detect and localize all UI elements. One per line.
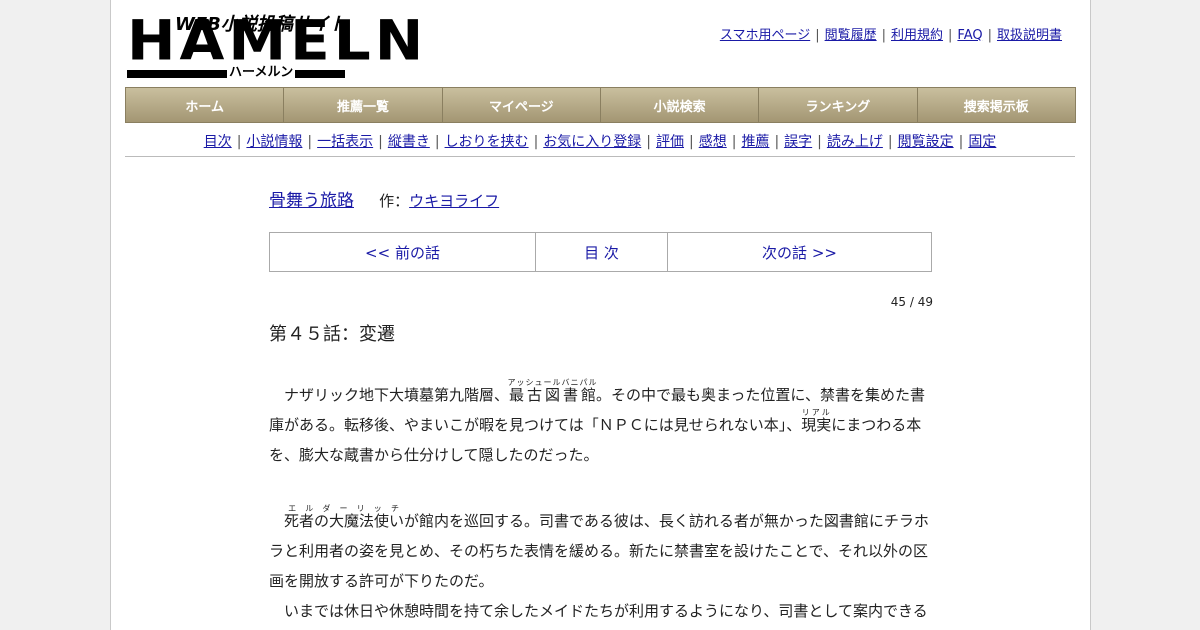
separator: |: [689, 134, 694, 150]
separator: |: [881, 28, 886, 43]
pager-toc-cell: 目 次: [536, 233, 668, 271]
nav-ranking[interactable]: ランキング: [759, 88, 918, 122]
subnav-rating[interactable]: 評価: [656, 134, 684, 150]
separator: |: [236, 134, 242, 150]
sub-nav: 目次 | 小説情報 | 一括表示 | 縦書き | しおりを挟む | お気に入り登録 | 評価 | 感想 | 推薦…: [125, 131, 1075, 151]
ruby-text: エルダーリッチ: [284, 504, 405, 513]
paragraph: ナザリック地下大墳墓第九階層、最古図書館アッシュールバニパル。その中で最も奥まっ…: [269, 378, 939, 470]
subnav-pin[interactable]: 固定: [968, 134, 996, 150]
link-manual[interactable]: 取扱説明書: [997, 28, 1062, 43]
separator: |: [817, 134, 822, 150]
subnav-typo[interactable]: 誤字: [784, 134, 812, 150]
ruby-annotation: 現実リアル: [801, 408, 832, 434]
separator: |: [774, 134, 780, 150]
nav-recommendations[interactable]: 推薦一覧: [284, 88, 443, 122]
separator: |: [887, 134, 893, 150]
subnav-recommend[interactable]: 推薦: [741, 134, 769, 150]
ruby-base: 死者の大魔法使い: [284, 512, 405, 530]
ruby-base: 最古図書館: [507, 386, 598, 404]
pager-next-cell: 次の話 >>: [668, 233, 931, 271]
separator: |: [533, 134, 539, 150]
separator: |: [987, 28, 992, 43]
episode-counter: 45 / 49: [890, 295, 933, 309]
hameln-logo[interactable]: WEB小説投稿サイト HAMELN ハーメルン: [127, 10, 423, 80]
subnav-bookmark[interactable]: しおりを挟む: [445, 134, 529, 150]
novel-title[interactable]: 骨舞う旅路: [269, 191, 354, 211]
separator: |: [307, 134, 313, 150]
ruby-annotation: 死者の大魔法使いエルダーリッチ: [284, 504, 405, 530]
episode-pager: << 前の話 目 次 次の話 >>: [269, 232, 932, 272]
subnav-toc[interactable]: 目次: [204, 134, 232, 150]
nav-search-board[interactable]: 捜索掲示板: [918, 88, 1075, 122]
subnav-view-settings[interactable]: 閲覧設定: [898, 134, 954, 150]
subnav-favorite[interactable]: お気に入り登録: [543, 134, 641, 150]
nav-home[interactable]: ホーム: [126, 88, 285, 122]
ruby-text: リアル: [801, 408, 832, 417]
paragraph: 死者の大魔法使いエルダーリッチが館内を巡回する。司書である彼は、長く訪れる者が無…: [269, 504, 939, 596]
nav-mypage[interactable]: マイページ: [443, 88, 601, 122]
separator: |: [434, 134, 440, 150]
nav-novel-search[interactable]: 小説検索: [601, 88, 760, 122]
author-link[interactable]: ウキヨライフ: [409, 192, 499, 210]
text-run: ナザリック地下大墳墓第九階層、: [269, 386, 510, 404]
ruby-base: 現実: [801, 416, 832, 434]
separator: |: [958, 134, 964, 150]
toc-link[interactable]: 目 次: [584, 242, 619, 263]
ruby-text: アッシュールバニパル: [507, 378, 598, 387]
main-nav: ホーム 推薦一覧 マイページ 小説検索 ランキング 捜索掲示板: [125, 87, 1076, 123]
logo-kana: ハーメルン: [227, 65, 296, 80]
chapter-title: 第４５話：変遷: [269, 324, 395, 345]
divider: [125, 156, 1075, 157]
paragraph: いまでは休日や休憩時間を持て余したメイドたちが利用するようになり、司書として案内…: [269, 602, 928, 620]
link-smartphone[interactable]: スマホ用ページ: [720, 28, 810, 43]
text-run: [269, 512, 284, 530]
novel-header: 骨舞う旅路 作：ウキヨライフ: [269, 186, 499, 211]
subnav-novel-info[interactable]: 小説情報: [246, 134, 302, 150]
pager-prev-cell: << 前の話: [270, 233, 536, 271]
separator: |: [378, 134, 383, 150]
author-label: 作：: [379, 192, 410, 210]
separator: |: [646, 134, 651, 150]
link-faq[interactable]: FAQ: [957, 28, 982, 43]
subnav-show-all[interactable]: 一括表示: [317, 134, 373, 150]
prev-episode-link[interactable]: << 前の話: [365, 242, 440, 263]
separator: |: [948, 28, 953, 43]
separator: |: [731, 134, 737, 150]
next-episode-link[interactable]: 次の話 >>: [762, 242, 837, 263]
subnav-vertical[interactable]: 縦書き: [388, 134, 430, 150]
link-history[interactable]: 閲覧履歴: [825, 28, 877, 43]
page-container: WEB小説投稿サイト HAMELN ハーメルン スマホ用ページ | 閲覧履歴 | 利用規…: [110, 0, 1091, 630]
top-links: スマホ用ページ | 閲覧履歴 | 利用規約 | FAQ | 取扱説明書: [720, 24, 1062, 43]
logo-word: HAMELN: [127, 8, 428, 73]
chapter-body: ナザリック地下大墳墓第九階層、最古図書館アッシュールバニパル。その中で最も奥まっ…: [269, 378, 939, 626]
link-terms[interactable]: 利用規約: [891, 28, 943, 43]
subnav-read-aloud[interactable]: 読み上げ: [827, 134, 883, 150]
separator: |: [815, 28, 820, 43]
subnav-comments[interactable]: 感想: [699, 134, 727, 150]
ruby-annotation: 最古図書館アッシュールバニパル: [507, 378, 598, 404]
